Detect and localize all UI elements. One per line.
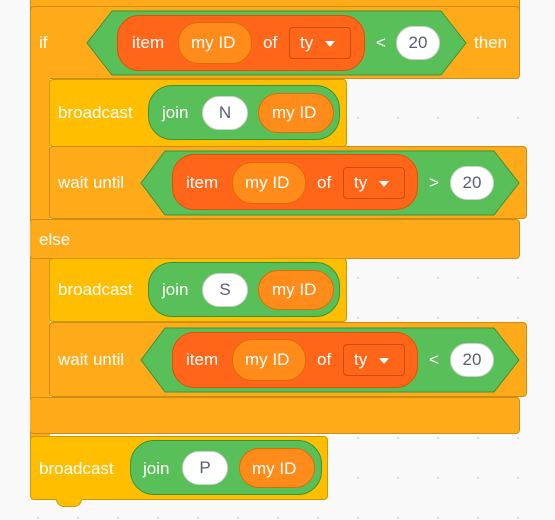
if-label: if <box>39 33 48 52</box>
list-dropdown[interactable]: ty <box>289 27 351 59</box>
if-else-block[interactable]: if then item my ID of ty < 20 broadcast … <box>0 0 555 520</box>
my-id-label: my ID <box>252 459 297 478</box>
join-text-input[interactable]: S <box>202 273 248 307</box>
item-label: item <box>186 173 219 192</box>
wait-until-label: wait until <box>58 350 125 369</box>
list-dropdown[interactable]: ty <box>343 167 405 199</box>
of-label: of <box>263 33 278 52</box>
item-label: item <box>132 33 165 52</box>
number-value: 20 <box>462 173 482 192</box>
list-dropdown[interactable]: ty <box>343 344 405 376</box>
then-label: then <box>474 33 508 52</box>
block-bottom-tab <box>56 499 82 507</box>
join-text-value: N <box>218 103 232 122</box>
dropdown-arrow-icon <box>379 358 389 364</box>
my-id-label: my ID <box>191 33 236 52</box>
if-bottom-arm[interactable] <box>30 397 520 434</box>
my-id-label: my ID <box>245 173 290 192</box>
join-label: join <box>162 280 189 299</box>
join-text-input[interactable]: P <box>182 451 228 485</box>
join-label: join <box>162 103 189 122</box>
join-text-value: S <box>219 280 231 299</box>
list-name: ty <box>354 350 368 369</box>
broadcast-label: broadcast <box>58 103 133 122</box>
number-input[interactable]: 20 <box>450 166 494 200</box>
number-value: 20 <box>462 350 482 369</box>
number-input[interactable]: 20 <box>396 26 440 60</box>
join-label: join <box>143 459 170 478</box>
my-id-label: my ID <box>272 103 317 122</box>
else-bar[interactable] <box>30 219 520 259</box>
wait-until-label: wait until <box>58 173 125 192</box>
dropdown-arrow-icon <box>379 181 389 187</box>
list-name: ty <box>300 33 314 52</box>
operator-symbol: < <box>429 350 439 369</box>
item-label: item <box>186 350 219 369</box>
broadcast-label: broadcast <box>58 280 133 299</box>
my-id-label: my ID <box>272 280 317 299</box>
join-text-value: P <box>199 458 211 477</box>
of-label: of <box>317 350 332 369</box>
list-name: ty <box>354 173 368 192</box>
join-text-input[interactable]: N <box>202 96 248 130</box>
else-label: else <box>39 230 71 249</box>
broadcast-label: broadcast <box>39 459 114 478</box>
operator-symbol: < <box>376 33 386 52</box>
number-value: 20 <box>408 33 428 52</box>
number-input[interactable]: 20 <box>450 343 494 377</box>
operator-symbol: > <box>429 173 439 192</box>
of-label: of <box>317 173 332 192</box>
my-id-label: my ID <box>245 350 290 369</box>
dropdown-arrow-icon <box>325 41 335 47</box>
